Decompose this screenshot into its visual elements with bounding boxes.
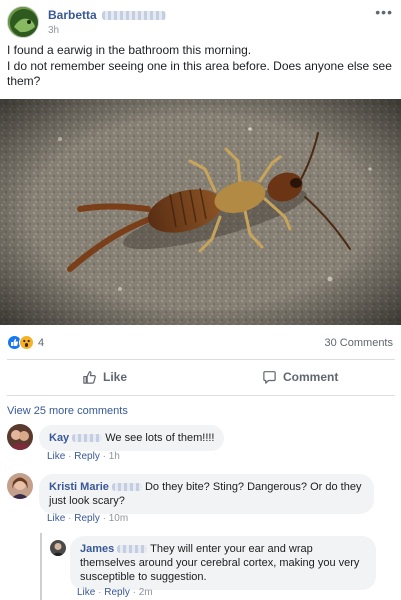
wow-reaction-icon	[19, 335, 34, 350]
reactions-summary[interactable]: 4 30 Comments	[7, 335, 395, 351]
comment-meta: Like · Reply · 10m	[47, 513, 129, 524]
author-avatar[interactable]	[7, 6, 39, 38]
like-button-label: Like	[103, 370, 128, 384]
divider	[7, 359, 395, 360]
commenter-name[interactable]: Kristi Marie	[49, 481, 109, 493]
view-more-comments-link[interactable]: View 25 more comments	[7, 405, 128, 417]
post-photo[interactable]	[0, 99, 401, 325]
redacted-surname	[72, 434, 103, 442]
like-button[interactable]: Like	[82, 365, 127, 389]
comment-meta: Like · Reply · 2m	[77, 587, 153, 598]
post-timestamp[interactable]: 3h	[48, 25, 59, 36]
comment-time[interactable]: 1h	[109, 451, 120, 462]
divider	[7, 395, 395, 396]
comment-time[interactable]: 10m	[109, 513, 128, 524]
post-text-line: I found a earwig in the bathroom this mo…	[7, 43, 252, 57]
comment-bubble: Kay We see lots of them!!!!	[39, 425, 225, 451]
comment-like-link[interactable]: Like	[47, 513, 65, 524]
reply-bubble: James They will enter your ear and wrap …	[70, 536, 376, 590]
redacted-surname	[101, 11, 166, 20]
post-header: Barbetta 3h •••	[7, 4, 395, 40]
ellipsis-icon: •••	[375, 4, 393, 20]
avatar[interactable]	[7, 473, 33, 499]
comment-bubble: Kristi Marie Do they bite? Sting? Danger…	[39, 474, 374, 514]
post-author-name[interactable]: Barbetta	[48, 8, 97, 22]
comment-like-link[interactable]: Like	[77, 587, 95, 598]
comment-bubble-icon	[263, 370, 276, 384]
earwig-photo	[0, 99, 401, 325]
avatar[interactable]	[7, 424, 33, 450]
reaction-count[interactable]: 4	[38, 337, 44, 349]
commenter-name[interactable]: James	[80, 543, 114, 555]
comment-button-label: Comment	[283, 370, 339, 384]
comments-count-link[interactable]: 30 Comments	[325, 337, 393, 349]
comment-button[interactable]: Comment	[262, 365, 338, 389]
more-options-button[interactable]: •••	[375, 4, 393, 20]
post-text-line: I do not remember seeing one in this are…	[7, 58, 392, 89]
comment-reply-link[interactable]: Reply	[74, 513, 100, 524]
thumbs-up-icon	[83, 370, 96, 384]
comment-reply-link[interactable]: Reply	[74, 451, 100, 462]
avatar[interactable]	[50, 540, 66, 556]
reply-thread-line	[40, 533, 42, 600]
commenter-name[interactable]: Kay	[49, 432, 69, 444]
comment-text: We see lots of them!!!!	[105, 432, 215, 444]
comment-reply-link[interactable]: Reply	[104, 587, 130, 598]
comment-time[interactable]: 2m	[139, 587, 153, 598]
redacted-surname	[111, 483, 142, 491]
comment-meta: Like · Reply · 1h	[47, 451, 120, 462]
post-body: I found a earwig in the bathroom this mo…	[7, 43, 395, 90]
redacted-surname	[117, 545, 148, 553]
comment-like-link[interactable]: Like	[47, 451, 65, 462]
post-author[interactable]: Barbetta	[48, 8, 166, 22]
